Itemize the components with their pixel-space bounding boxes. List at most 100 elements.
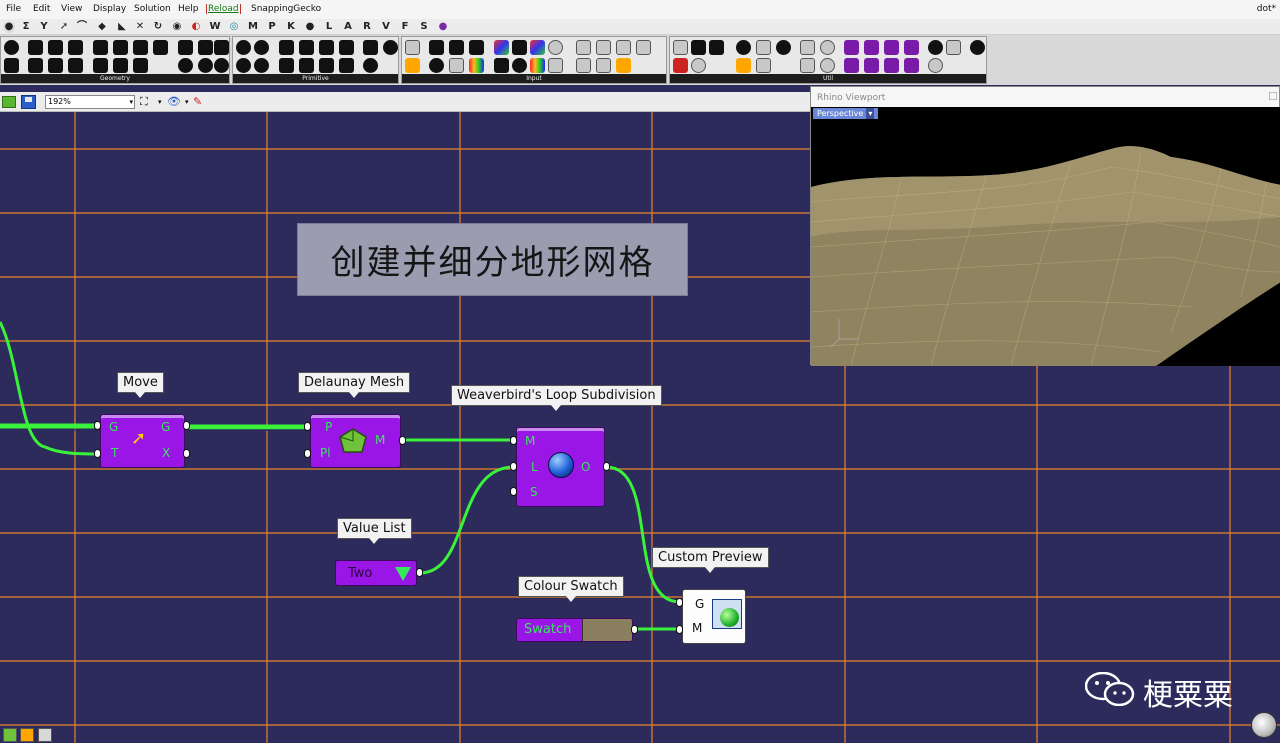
sketch-icon[interactable] bbox=[405, 58, 420, 73]
curve-param-icon[interactable] bbox=[93, 40, 108, 55]
file-path-icon[interactable] bbox=[339, 58, 354, 73]
boolean-toggle-icon[interactable] bbox=[429, 40, 444, 55]
fitness-icon[interactable] bbox=[673, 40, 688, 55]
csv-icon[interactable] bbox=[636, 40, 651, 55]
move-input-pin[interactable] bbox=[94, 449, 101, 458]
calendar-icon[interactable] bbox=[512, 58, 527, 73]
import-icon[interactable] bbox=[405, 40, 420, 55]
move-output-pin[interactable] bbox=[183, 449, 190, 458]
colour-swatch-icon[interactable] bbox=[530, 58, 545, 73]
tab-intersect-icon[interactable]: ✕ bbox=[134, 21, 146, 33]
graph-mapper-icon[interactable] bbox=[548, 58, 563, 73]
open-file-icon[interactable] bbox=[2, 96, 16, 108]
cherry-icon[interactable] bbox=[673, 58, 688, 73]
geometry-cache-icon[interactable] bbox=[133, 40, 148, 55]
shell-icon[interactable] bbox=[776, 40, 791, 55]
zoom-extents-icon[interactable]: ⛶ bbox=[140, 95, 148, 109]
viewport-tab[interactable]: Perspective ▾ bbox=[813, 108, 879, 119]
colour-param-icon[interactable] bbox=[363, 40, 378, 55]
panel-icon[interactable] bbox=[469, 40, 484, 55]
tab-mesh-tools[interactable]: M bbox=[247, 21, 259, 33]
util-g-icon[interactable] bbox=[864, 58, 879, 73]
delaunay-input-pin[interactable] bbox=[304, 422, 311, 431]
box-param-icon[interactable] bbox=[28, 40, 43, 55]
vector-param-icon[interactable] bbox=[68, 58, 83, 73]
value-list-icon[interactable] bbox=[449, 58, 464, 73]
group-param-icon[interactable] bbox=[153, 40, 168, 55]
xyz-icon[interactable] bbox=[576, 58, 591, 73]
cluster-icon[interactable] bbox=[691, 40, 706, 55]
sketch-pen-icon[interactable]: ✎ bbox=[193, 95, 202, 109]
preview-input-pin[interactable] bbox=[676, 598, 683, 607]
preview-eye-icon[interactable]: 👁 bbox=[167, 95, 181, 109]
tab-mesh-icon[interactable]: ◣ bbox=[116, 21, 128, 33]
colour-swatch-component[interactable]: Swatch bbox=[516, 618, 633, 642]
time-param-icon[interactable] bbox=[236, 58, 251, 73]
gradient-icon[interactable] bbox=[494, 40, 509, 55]
timer-icon[interactable] bbox=[820, 58, 835, 73]
galapagos-icon[interactable] bbox=[709, 40, 724, 55]
tab-lunchbox-icon[interactable]: ◐ bbox=[190, 21, 202, 33]
pr-icon[interactable] bbox=[844, 58, 859, 73]
move-component[interactable]: G T G X ➚ bbox=[100, 414, 185, 468]
tab-k[interactable]: K bbox=[285, 21, 297, 33]
md-slider-icon[interactable] bbox=[494, 58, 509, 73]
rhino-viewport-window[interactable]: Rhino Viewport Perspective ▾ bbox=[810, 86, 1280, 366]
domain-param-icon[interactable] bbox=[319, 40, 334, 55]
params-tab-icon[interactable]: ● bbox=[3, 21, 15, 33]
tab-surface-icon[interactable]: ◆ bbox=[96, 21, 108, 33]
menu-display[interactable]: Display bbox=[93, 4, 126, 14]
tab-vector-icon[interactable]: ➚ bbox=[58, 21, 70, 33]
delaunay-input-pin[interactable] bbox=[304, 449, 311, 458]
menu-solution[interactable]: Solution bbox=[134, 4, 171, 14]
dropdown-arrow-icon[interactable] bbox=[395, 567, 411, 581]
circle-tool-icon[interactable] bbox=[691, 58, 706, 73]
navigation-ball-icon[interactable] bbox=[1251, 712, 1277, 738]
complex-param-icon[interactable] bbox=[299, 40, 314, 55]
tab-kangaroo-icon[interactable]: ◎ bbox=[228, 21, 240, 33]
swatch-color-chip[interactable] bbox=[582, 619, 632, 641]
weaverbird-output-pin[interactable] bbox=[603, 462, 610, 471]
palette-icon[interactable] bbox=[970, 40, 985, 55]
move-output-pin[interactable] bbox=[183, 421, 190, 430]
chevron-down-icon[interactable]: ▾ bbox=[185, 95, 189, 109]
close-icon[interactable] bbox=[1269, 92, 1277, 100]
save-file-icon[interactable] bbox=[21, 95, 36, 109]
colour-wheel-icon[interactable] bbox=[548, 40, 563, 55]
custom-preview-component[interactable]: G M bbox=[682, 589, 746, 644]
arrow-right-outline-icon[interactable] bbox=[800, 58, 815, 73]
tab-a[interactable]: A bbox=[342, 21, 354, 33]
digit-scroller-icon[interactable] bbox=[512, 40, 527, 55]
line-param-icon[interactable] bbox=[178, 40, 193, 55]
tab-heron-icon[interactable]: ● bbox=[304, 21, 316, 33]
mesh-param-icon[interactable] bbox=[198, 40, 213, 55]
magnifier-icon[interactable] bbox=[820, 40, 835, 55]
grey-status-icon[interactable] bbox=[38, 728, 52, 742]
field-param-icon[interactable] bbox=[113, 40, 128, 55]
text-param-icon[interactable] bbox=[254, 58, 269, 73]
pdb-icon[interactable] bbox=[596, 58, 611, 73]
chevron-down-icon[interactable]: ▾ bbox=[866, 108, 875, 119]
path-param-icon[interactable] bbox=[279, 58, 294, 73]
menu-file[interactable]: File bbox=[6, 4, 21, 14]
boolean-param-icon[interactable] bbox=[236, 40, 251, 55]
tab-transform-icon[interactable]: ↻ bbox=[152, 21, 164, 33]
tab-ladybug[interactable]: L bbox=[323, 21, 335, 33]
menu-help[interactable]: Help bbox=[178, 4, 199, 14]
tab-maths[interactable]: Σ bbox=[20, 21, 32, 33]
tab-s[interactable]: S bbox=[418, 21, 430, 33]
title-scribble[interactable]: 创建并细分地形网格 bbox=[297, 223, 688, 296]
integer-param-icon[interactable] bbox=[254, 40, 269, 55]
hatch-icon[interactable] bbox=[214, 58, 229, 73]
tab-pufferfish[interactable]: P bbox=[266, 21, 278, 33]
value-list-output-pin[interactable] bbox=[416, 568, 423, 577]
point-param-icon[interactable] bbox=[4, 58, 19, 73]
weaverbird-input-pin[interactable] bbox=[510, 487, 517, 496]
colour-picker-icon[interactable] bbox=[530, 40, 545, 55]
arrow-right-icon[interactable] bbox=[800, 40, 815, 55]
kangaroo-util-icon[interactable] bbox=[736, 40, 751, 55]
culture-param-icon[interactable] bbox=[383, 40, 398, 55]
value-list-component[interactable]: Two bbox=[335, 560, 417, 586]
tab-curve-icon[interactable]: ⌒ bbox=[76, 21, 88, 33]
sun-icon[interactable] bbox=[736, 58, 751, 73]
